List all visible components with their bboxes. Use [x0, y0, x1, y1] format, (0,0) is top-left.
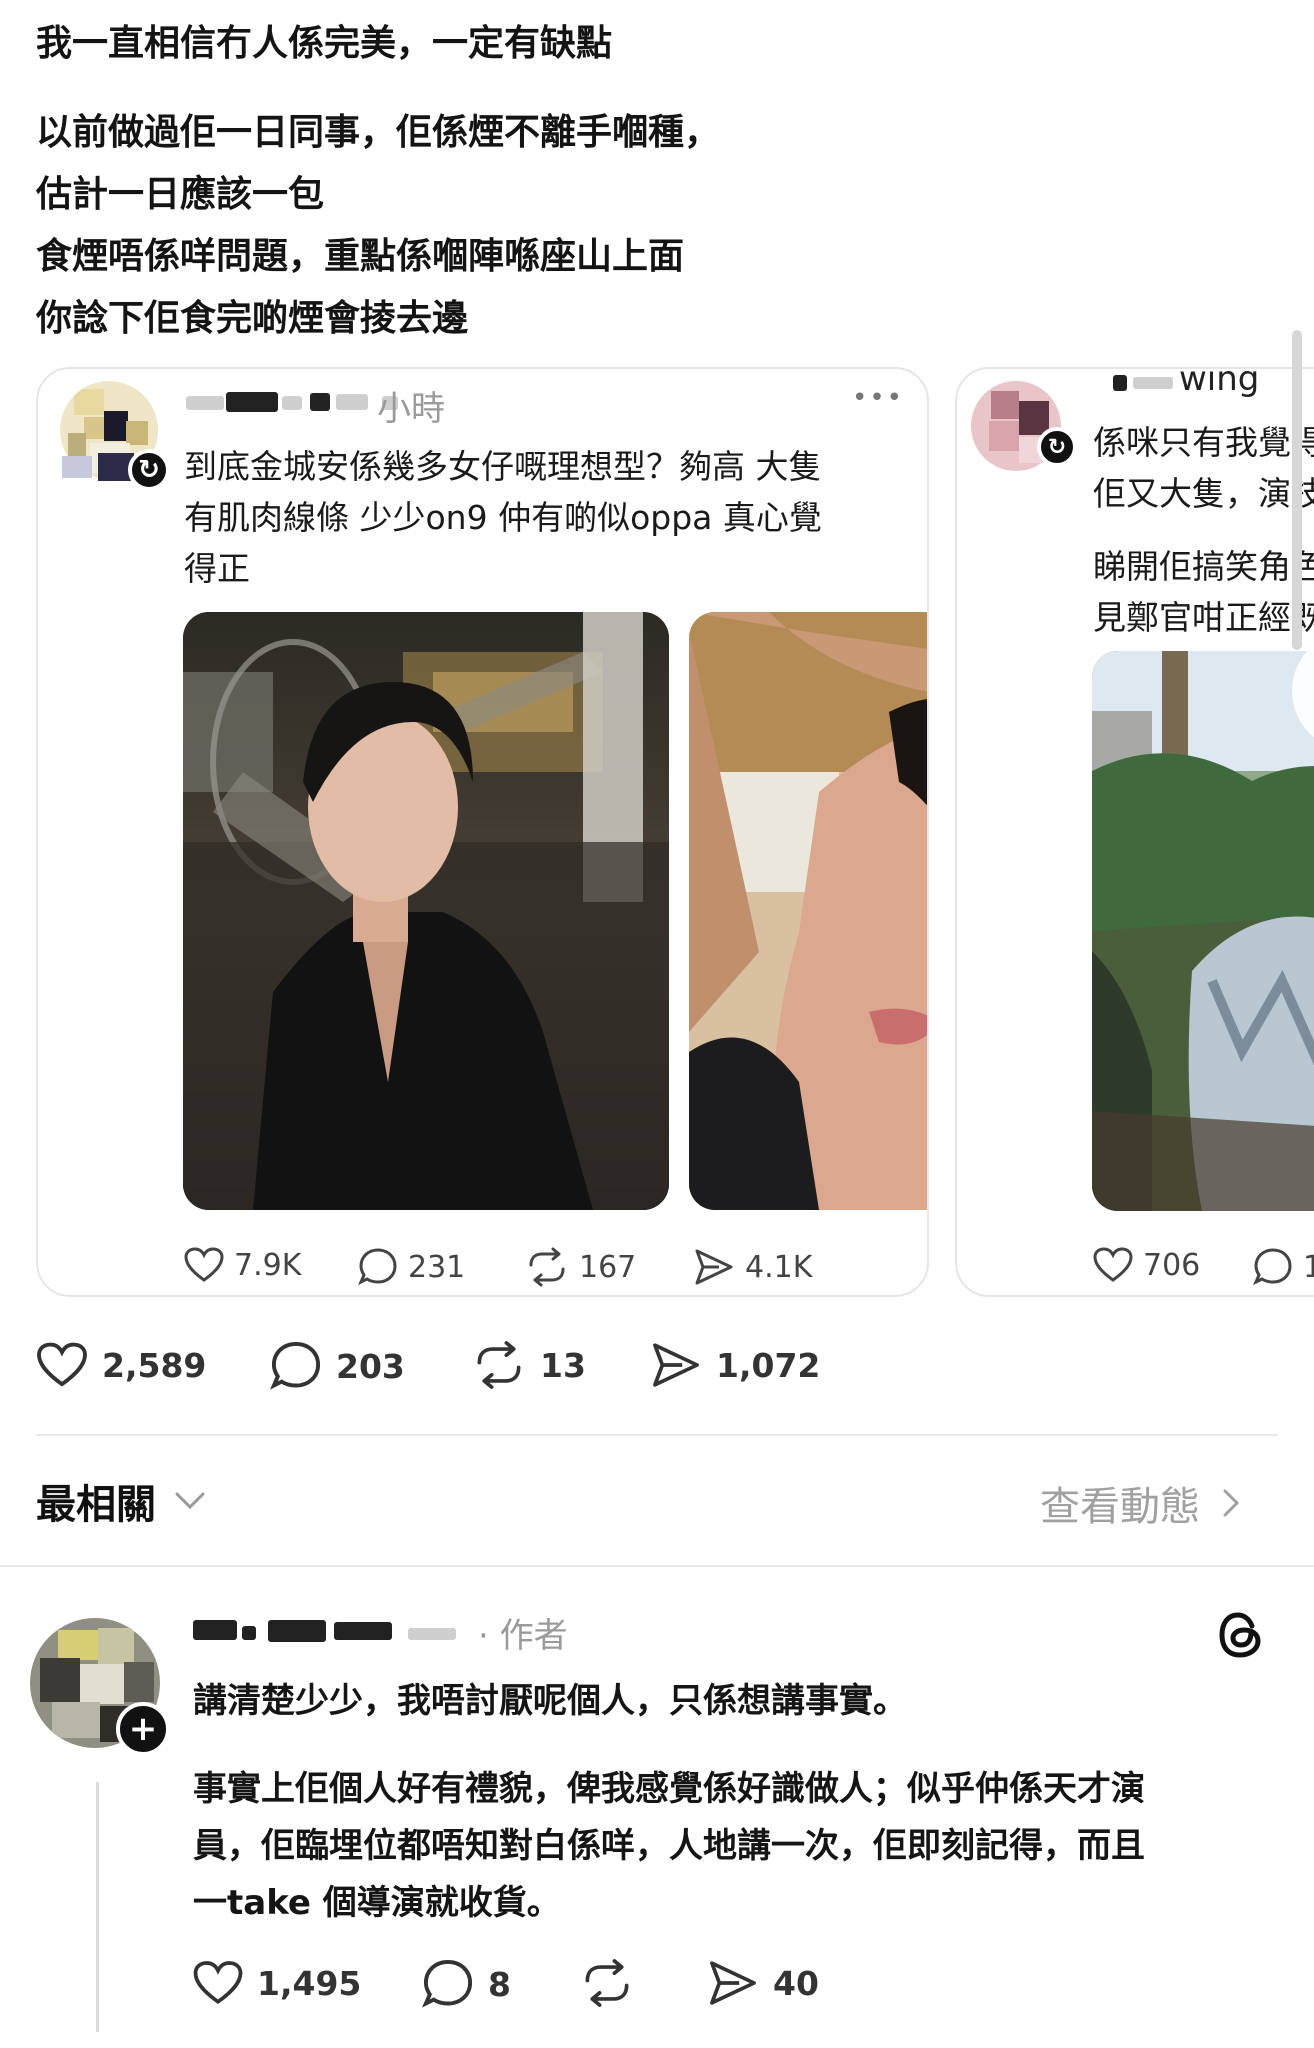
comment-count: 8	[488, 1964, 511, 2004]
repost-icon	[477, 1341, 521, 1389]
threads-logo-icon	[1219, 1612, 1261, 1658]
chevron-down-icon	[175, 1492, 205, 1510]
like-button[interactable]: 7.9K	[184, 1247, 301, 1283]
comment-icon	[1253, 1248, 1292, 1286]
repost-count: 13	[540, 1345, 586, 1385]
comment-count: 231	[408, 1249, 466, 1285]
post-time: 小時	[377, 389, 445, 429]
chevron-right-icon	[1223, 1489, 1240, 1517]
post-text-line: 你諗下佢食完啲煙會掕去邊	[36, 298, 469, 339]
reply-text-line: 事實上佢個人好有禮貌，俾我感覺係好識做人；似乎仲係天才演	[193, 1769, 1145, 1809]
view-activity-label: 查看動態	[1040, 1484, 1200, 1530]
reply-text-line: 講清楚少少，我唔討厭呢個人，只係想講事實。	[193, 1681, 907, 1721]
post-text-line: 食煙唔係咩問題，重點係嗰陣喺座山上面	[36, 236, 685, 277]
heart-icon	[184, 1247, 224, 1282]
sort-dropdown[interactable]: 最相關	[36, 1472, 206, 1530]
share-button[interactable]: 1,072	[650, 1340, 820, 1390]
heart-icon	[193, 1961, 243, 2005]
share-count: 1,072	[716, 1345, 821, 1385]
comment-button[interactable]: 231	[358, 1247, 465, 1287]
comment-count: 1	[1303, 1250, 1314, 1285]
repost-button[interactable]	[580, 1958, 634, 2008]
author-tag: · 作者	[478, 1616, 568, 1656]
username: wing	[1179, 367, 1260, 399]
like-count: 7.9K	[234, 1247, 302, 1283]
share-count: 40	[773, 1963, 819, 2003]
repost-icon	[529, 1247, 565, 1287]
share-icon	[653, 1343, 699, 1387]
scrollbar[interactable]	[1292, 330, 1302, 650]
post-photo[interactable]	[1092, 651, 1314, 1211]
post-text-line: 以前做過佢一日同事，佢係煙不離手嗰種，	[36, 112, 721, 153]
repost-button[interactable]: 167	[525, 1247, 636, 1287]
username-redacted	[193, 1620, 237, 1640]
username-redacted	[186, 396, 224, 410]
share-button[interactable]: 40	[707, 1958, 819, 2008]
post-text-line: 估計一日應該一包	[36, 174, 325, 215]
share-button[interactable]: 4.1K	[693, 1247, 812, 1287]
sort-label: 最相關	[36, 1482, 156, 1528]
comment-button[interactable]: 1	[1253, 1247, 1314, 1287]
post-text-line: 我一直相信冇人係完美，一定有缺點	[36, 23, 613, 64]
photo-face-closeup	[689, 612, 927, 1210]
quoted-post-card[interactable]: ↻ 小時 ••• 到底金城安係幾多女仔嘅理想型？夠高 大隻 有肌肉線條 少少on…	[36, 367, 929, 1297]
photo-man-outdoors	[1092, 651, 1314, 1211]
quoted-post-text: 係咪只有我覺得 佢又大隻，演技 睇開佢搞笑角色 見鄭官咁正經既	[1093, 423, 1314, 637]
plus-icon: +	[128, 1709, 158, 1749]
post-photo[interactable]	[689, 612, 927, 1210]
repost-icon	[585, 1959, 629, 2007]
share-count: 4.1K	[745, 1249, 813, 1285]
divider	[0, 1565, 1314, 1567]
username-redacted	[1113, 375, 1127, 391]
threads-logo-button[interactable]	[1218, 1610, 1264, 1664]
comment-icon	[422, 1959, 473, 2008]
reply-text-line: 一take 個導演就收貨。	[193, 1883, 561, 1923]
like-button[interactable]: 706	[1093, 1247, 1200, 1283]
comment-count: 203	[336, 1346, 405, 1386]
thread-line	[96, 1782, 99, 2032]
follow-button[interactable]: ↻	[1037, 427, 1077, 467]
more-options-button[interactable]: •••	[852, 383, 904, 413]
plus-icon: ↻	[1047, 434, 1067, 460]
like-count: 2,589	[102, 1345, 207, 1385]
like-count: 706	[1143, 1247, 1201, 1283]
plus-icon: ↻	[138, 455, 160, 485]
view-activity-link[interactable]: 查看動態	[1040, 1474, 1240, 1532]
follow-button[interactable]: ↻	[128, 449, 170, 491]
quoted-post-card[interactable]: ↻ wing 係咪只有我覺得 佢又大隻，演技 睇開佢搞笑角色 見鄭官咁正經既 7…	[955, 367, 1314, 1297]
post-photo[interactable]	[183, 612, 669, 1210]
repost-button[interactable]: 13	[472, 1340, 586, 1390]
share-icon	[695, 1249, 733, 1285]
divider	[36, 1434, 1278, 1436]
comment-button[interactable]: 203	[270, 1340, 405, 1392]
heart-icon	[37, 1342, 87, 1387]
like-button[interactable]: 1,495	[193, 1960, 361, 2006]
comment-icon	[358, 1248, 397, 1286]
comment-icon	[270, 1341, 321, 1390]
photo-man-in-black-suit	[183, 612, 669, 1210]
repost-count: 167	[579, 1249, 637, 1285]
like-button[interactable]: 2,589	[36, 1342, 206, 1388]
follow-button[interactable]: +	[116, 1702, 170, 1756]
quoted-post-text: 到底金城安係幾多女仔嘅理想型？夠高 大隻 有肌肉線條 少少on9 仲有啲似opp…	[184, 447, 822, 588]
share-icon	[710, 1961, 756, 2005]
like-count: 1,495	[257, 1963, 362, 2003]
reply-text-line: 員，佢臨埋位都唔知對白係咩，人地講一次，佢即刻記得，而且	[193, 1826, 1145, 1866]
heart-icon	[1093, 1247, 1133, 1282]
comment-button[interactable]: 8	[422, 1958, 511, 2010]
